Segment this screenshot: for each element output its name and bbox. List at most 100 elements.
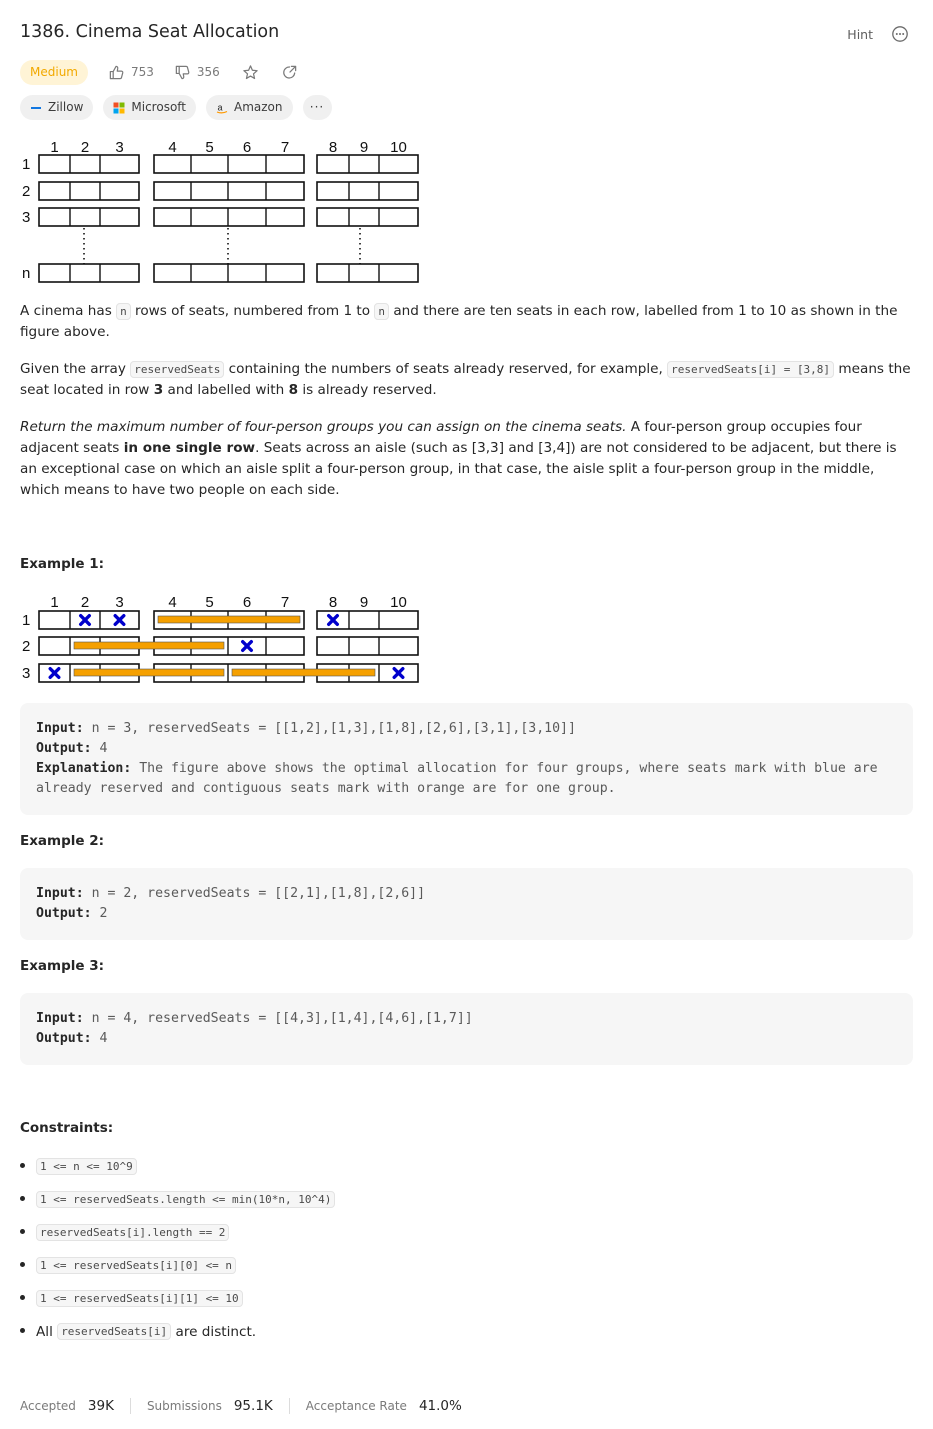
input-label: Input:: [36, 721, 84, 736]
text: are distinct.: [175, 1323, 257, 1340]
row-label: 3: [22, 209, 30, 226]
output-label: Output:: [36, 1031, 92, 1046]
output-value: 4: [99, 1031, 108, 1046]
column-label: 9: [360, 594, 368, 611]
text: rows of seats, numbered from 1 to: [130, 303, 375, 319]
seat-block: [153, 181, 305, 201]
dislike-button[interactable]: 356: [174, 64, 220, 81]
hint-button[interactable]: Hint: [847, 27, 873, 42]
stats-bar: Accepted 39K Submissions 95.1K Acceptanc…: [20, 1395, 462, 1417]
constraint-code: reservedSeats[i].length == 2: [36, 1224, 230, 1241]
seat-block: [316, 636, 419, 656]
example-3-heading: Example 3:: [20, 958, 105, 974]
tag-label: Microsoft: [131, 100, 186, 114]
seat-block: [153, 207, 305, 227]
favorite-button[interactable]: [242, 64, 259, 81]
text: All: [36, 1323, 53, 1340]
column-label: 8: [329, 594, 337, 611]
column-label: 2: [81, 594, 89, 611]
column-label: 9: [360, 139, 368, 156]
constraint-code: 1 <= reservedSeats.length <= min(10*n, 1…: [36, 1191, 336, 1208]
tag-label: Zillow: [48, 100, 84, 114]
column-label: 1: [50, 139, 58, 156]
difficulty-badge: Medium: [20, 59, 88, 85]
example-1-figure: 1 2 3 4 5 6 7 8 9 10 1 2 3: [22, 594, 419, 683]
like-count: 753: [130, 65, 154, 79]
accepted-stat: Accepted 39K: [20, 1398, 114, 1414]
stat-label: Acceptance Rate: [305, 1399, 407, 1413]
constraint-code: 1 <= reservedSeats[i][1] <= 10: [36, 1290, 243, 1307]
stat-label: Submissions: [146, 1399, 222, 1413]
share-button[interactable]: [281, 64, 298, 81]
description-paragraph-3: Return the maximum number of four-person…: [20, 417, 913, 501]
seat-block: [38, 207, 140, 227]
column-label: 7: [281, 594, 289, 611]
example-2-heading: Example 2:: [20, 833, 105, 849]
dislike-count: 356: [196, 65, 220, 79]
column-label: 4: [168, 594, 176, 611]
constraints-list: 1 <= n <= 10^9 1 <= reservedSeats.length…: [20, 1150, 913, 1348]
column-label: 2: [81, 139, 89, 156]
example-3-block: Input: n = 4, reservedSeats = [[4,3],[1,…: [20, 993, 913, 1065]
constraint-code: 1 <= n <= 10^9: [36, 1158, 137, 1175]
cinema-seats-figure: 1 2 3 4 5 6 7 8 9 10 1 2 3 n: [22, 139, 419, 283]
example-1-heading: Example 1:: [20, 556, 105, 572]
inline-code: reservedSeats[i] = [3,8]: [667, 361, 835, 378]
seat-block: [316, 154, 419, 174]
column-label: 5: [205, 594, 213, 611]
row-label: 1: [22, 612, 30, 629]
stat-value: 95.1K: [233, 1398, 273, 1414]
tag-amazon[interactable]: a Amazon: [206, 95, 293, 120]
seat-block: [316, 263, 419, 283]
input-label: Input:: [36, 1011, 84, 1026]
seat-block: [153, 263, 305, 283]
column-label: 1: [50, 594, 58, 611]
column-label: 3: [115, 139, 123, 156]
column-label: 6: [243, 139, 251, 156]
tag-zillow[interactable]: Zillow: [20, 95, 94, 120]
constraint-item: 1 <= reservedSeats[i][1] <= 10: [20, 1282, 913, 1315]
column-label: 6: [243, 594, 251, 611]
input-label: Input:: [36, 886, 84, 901]
output-label: Output:: [36, 906, 92, 921]
description-paragraph-2: Given the array reservedSeats containing…: [20, 359, 913, 401]
problem-title: 1386. Cinema Seat Allocation: [20, 22, 280, 42]
svg-text:a: a: [218, 102, 223, 112]
more-tags-button[interactable]: ···: [302, 95, 332, 120]
tag-microsoft[interactable]: Microsoft: [103, 95, 196, 120]
stat-value: 41.0%: [418, 1398, 462, 1414]
example-1-block: Input: n = 3, reservedSeats = [[1,2],[1,…: [20, 703, 913, 815]
output-value: 2: [99, 906, 108, 921]
more-options-icon[interactable]: [891, 25, 909, 43]
divider: [288, 1398, 290, 1414]
divider: [129, 1398, 131, 1414]
column-label: 4: [168, 139, 176, 156]
bold-text: 3: [153, 382, 164, 398]
submissions-stat: Submissions 95.1K: [147, 1398, 273, 1414]
group-bar: [231, 668, 376, 677]
text: is already reserved.: [298, 382, 437, 398]
example-2-block: Input: n = 2, reservedSeats = [[2,1],[1,…: [20, 868, 913, 940]
tag-label: Amazon: [234, 100, 283, 114]
text: Given the array: [20, 361, 131, 377]
italic-text: Return the maximum number of four-person…: [20, 419, 627, 435]
stat-label: Accepted: [20, 1399, 76, 1413]
constraint-item: reservedSeats[i].length == 2: [20, 1216, 913, 1249]
inline-code: n: [374, 303, 390, 320]
bold-text: in one single row: [123, 440, 256, 456]
input-value: n = 4, reservedSeats = [[4,3],[1,4],[4,6…: [91, 1011, 473, 1026]
seat-block: [38, 181, 140, 201]
group-bar: [73, 668, 225, 677]
like-button[interactable]: 753: [108, 64, 154, 81]
constraint-item: 1 <= reservedSeats[i][0] <= n: [20, 1249, 913, 1282]
explanation-label: Explanation:: [36, 761, 132, 776]
column-label: 10: [390, 139, 407, 156]
column-label: 10: [390, 594, 407, 611]
constraint-item: All reservedSeats[i] are distinct.: [20, 1315, 913, 1348]
company-tags: Zillow Microsoft a Amazon ···: [20, 95, 342, 120]
constraint-item: 1 <= n <= 10^9: [20, 1150, 913, 1183]
stat-value: 39K: [87, 1398, 114, 1414]
column-label: 3: [115, 594, 123, 611]
constraint-code: reservedSeats[i]: [57, 1323, 172, 1340]
constraint-code: 1 <= reservedSeats[i][0] <= n: [36, 1257, 237, 1274]
